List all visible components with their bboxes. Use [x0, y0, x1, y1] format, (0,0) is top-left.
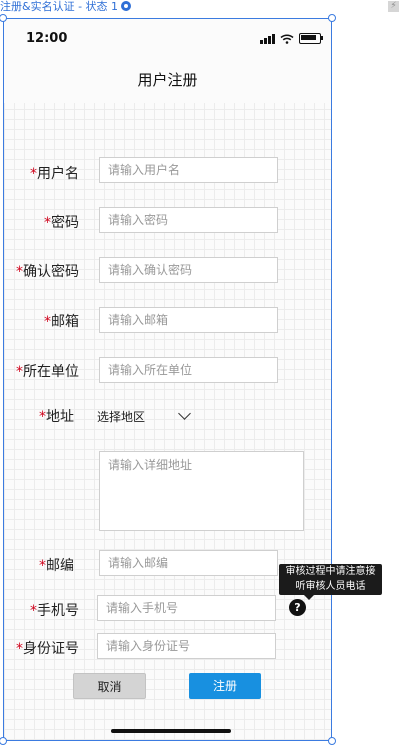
organization-label: *所在单位 [4, 361, 79, 381]
confirm-password-label-text: 确认密码 [23, 264, 79, 280]
id-number-label-text: 身份证号 [23, 641, 79, 657]
email-label: *邮箱 [4, 311, 79, 331]
gear-icon [121, 1, 132, 11]
address-detail-placeholder: 请输入详细地址 [108, 458, 193, 472]
username-label-text: 用户名 [37, 166, 79, 182]
address-label-text: 地址 [46, 409, 74, 425]
password-placeholder: 请输入密码 [108, 213, 169, 227]
bolt-icon: ⚡ [388, 1, 399, 12]
email-placeholder: 请输入邮箱 [108, 313, 169, 327]
password-input[interactable]: 请输入密码 [99, 207, 278, 233]
phone-frame: 12:00 用户注册 *用户名 请输入用户名 *密码 请输入密码 *确认密码 请… [3, 18, 332, 741]
nav-bar: 用户注册 [4, 59, 331, 103]
required-mark: * [16, 264, 23, 280]
organization-input[interactable]: 请输入所在单位 [99, 357, 278, 383]
password-label: *密码 [4, 212, 79, 232]
postcode-label-text: 邮编 [46, 558, 74, 574]
organization-placeholder: 请输入所在单位 [108, 363, 193, 377]
address-label: *地址 [4, 406, 74, 426]
review-tooltip: 审核过程中请注意接 听审核人员电话 [279, 564, 382, 600]
frame-corner-handle [328, 737, 336, 745]
register-button[interactable]: 注册 [189, 673, 261, 699]
id-number-label: *身份证号 [4, 638, 79, 658]
postcode-label: *邮编 [4, 555, 74, 575]
required-mark: * [39, 409, 46, 425]
postcode-input[interactable]: 请输入邮编 [99, 550, 278, 576]
canvas-frame-label: 注册&实名认证 - 状态 1 [0, 0, 132, 14]
frame-corner-handle [328, 14, 336, 22]
wifi-icon [280, 33, 294, 44]
tooltip-line-2: 听审核人员电话 [295, 581, 366, 592]
required-mark: * [30, 166, 37, 182]
battery-icon [299, 33, 323, 44]
required-mark: * [44, 314, 51, 330]
email-input[interactable]: 请输入邮箱 [99, 307, 278, 333]
chevron-down-icon [178, 407, 191, 420]
username-input[interactable]: 请输入用户名 [99, 157, 278, 183]
confirm-password-label: *确认密码 [4, 261, 79, 281]
required-mark: * [16, 364, 23, 380]
status-time: 12:00 [26, 31, 68, 46]
confirm-password-placeholder: 请输入确认密码 [108, 263, 193, 277]
required-mark: * [30, 603, 37, 619]
username-placeholder: 请输入用户名 [108, 163, 181, 177]
phone-label: *手机号 [4, 600, 79, 620]
postcode-placeholder: 请输入邮编 [108, 556, 169, 570]
organization-label-text: 所在单位 [23, 364, 79, 380]
canvas-frame-label-text: 注册&实名认证 - 状态 1 [0, 0, 119, 13]
username-label: *用户名 [4, 163, 79, 183]
frame-corner-handle [0, 737, 7, 745]
status-icons [260, 33, 323, 44]
email-label-text: 邮箱 [51, 314, 79, 330]
required-mark: * [16, 641, 23, 657]
page-title: 用户注册 [137, 71, 198, 89]
password-label-text: 密码 [51, 215, 79, 231]
phone-input[interactable]: 请输入手机号 [97, 595, 276, 621]
status-bar: 12:00 [4, 19, 331, 59]
required-mark: * [44, 215, 51, 231]
id-number-placeholder: 请输入身份证号 [106, 639, 191, 653]
phone-label-text: 手机号 [37, 603, 79, 619]
tooltip-line-1: 审核过程中请注意接 [285, 566, 376, 577]
home-indicator [111, 729, 231, 733]
cancel-button[interactable]: 取消 [73, 673, 146, 699]
required-mark: * [39, 558, 46, 574]
phone-placeholder: 请输入手机号 [106, 601, 179, 615]
signal-icon [260, 33, 275, 44]
region-select[interactable]: 选择地区 [97, 407, 197, 426]
region-select-value: 选择地区 [97, 410, 146, 424]
id-number-input[interactable]: 请输入身份证号 [97, 633, 276, 659]
help-icon[interactable]: ? [289, 599, 306, 616]
address-detail-textarea[interactable]: 请输入详细地址 [99, 451, 304, 531]
confirm-password-input[interactable]: 请输入确认密码 [99, 257, 278, 283]
